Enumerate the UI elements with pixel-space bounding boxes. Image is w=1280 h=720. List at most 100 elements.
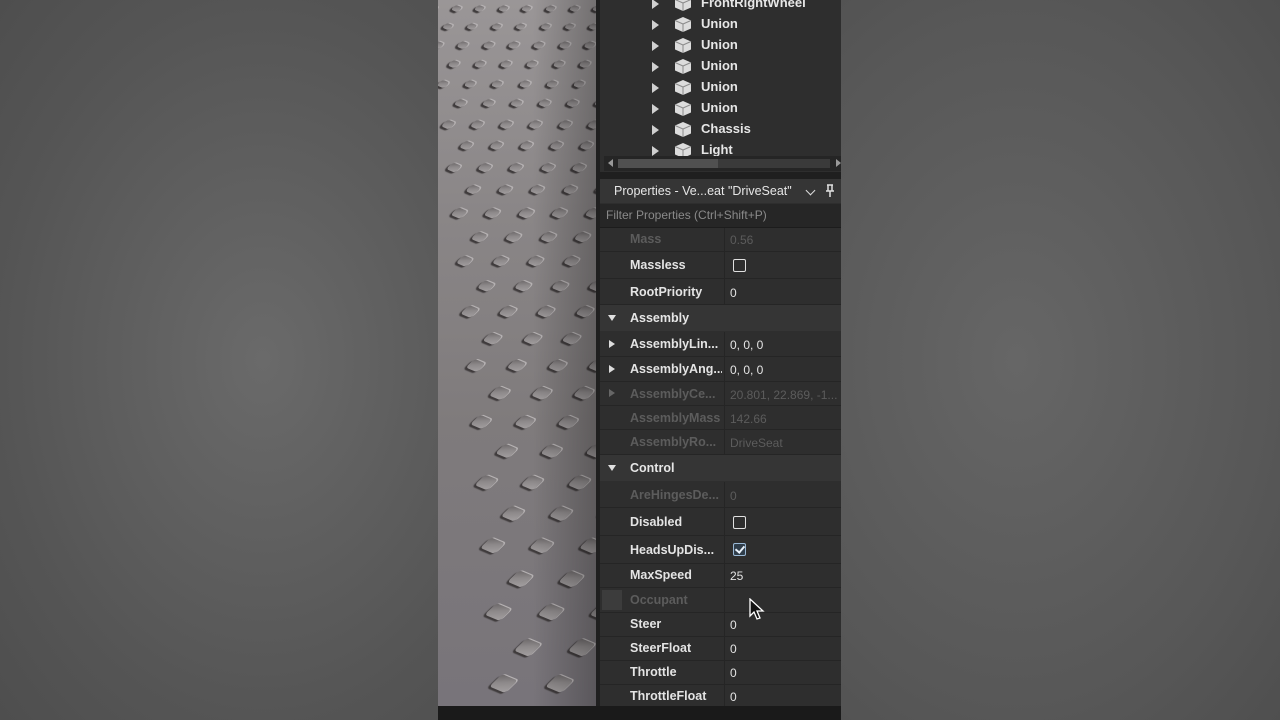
expand-arrow-icon[interactable] xyxy=(609,340,615,348)
property-value[interactable]: 0 xyxy=(730,666,737,680)
filter-properties-box[interactable] xyxy=(600,204,841,228)
property-value[interactable]: 0 xyxy=(730,690,737,704)
property-row-steerfloat[interactable]: SteerFloat 0 xyxy=(600,637,841,661)
property-name: MaxSpeed xyxy=(630,568,692,582)
property-value: 142.66 xyxy=(730,412,767,426)
expand-arrow-icon[interactable] xyxy=(652,83,659,93)
tree-item[interactable]: Union xyxy=(600,77,841,98)
headsupdisplay-checkbox[interactable] xyxy=(733,543,746,556)
tree-item-label: Union xyxy=(701,37,738,52)
property-name: AssemblyRo... xyxy=(630,435,717,449)
property-value[interactable]: 0, 0, 0 xyxy=(730,363,763,377)
tree-item[interactable]: Union xyxy=(600,14,841,35)
property-value[interactable]: 25 xyxy=(730,569,743,583)
expand-arrow-icon[interactable] xyxy=(609,389,615,397)
property-row-assemblyrootpart[interactable]: AssemblyRo... DriveSeat xyxy=(600,430,841,455)
properties-panel: Properties - Ve...eat "DriveSeat" Mass 0… xyxy=(600,179,841,706)
mouse-cursor-icon xyxy=(749,598,765,620)
tree-item[interactable]: Union xyxy=(600,98,841,119)
blurred-background-right xyxy=(841,0,1280,720)
scroll-left-icon[interactable] xyxy=(608,159,613,167)
explorer-panel: FrontRightWheel Union Union Union Union … xyxy=(600,0,841,172)
union-icon xyxy=(674,59,692,74)
property-name: Mass xyxy=(630,232,662,246)
pin-icon[interactable] xyxy=(825,184,835,198)
section-assembly[interactable]: Assembly xyxy=(600,305,841,331)
property-row-throttle[interactable]: Throttle 0 xyxy=(600,661,841,685)
disabled-checkbox[interactable] xyxy=(733,516,746,529)
property-row-headsupdisplay[interactable]: HeadsUpDis... xyxy=(600,536,841,564)
part-icon xyxy=(674,122,692,137)
property-name: AssemblyMass xyxy=(630,411,721,425)
tree-item[interactable]: Chassis xyxy=(600,119,841,140)
scroll-right-icon[interactable] xyxy=(836,159,841,167)
properties-header[interactable]: Properties - Ve...eat "DriveSeat" xyxy=(600,179,841,203)
part-icon xyxy=(674,0,692,11)
expand-arrow-icon[interactable] xyxy=(652,125,659,135)
property-row-maxspeed[interactable]: MaxSpeed 25 xyxy=(600,564,841,588)
property-name: Steer xyxy=(630,617,662,631)
collapse-arrow-icon[interactable] xyxy=(608,465,616,471)
property-row-disabled[interactable]: Disabled xyxy=(600,508,841,536)
property-row-rootpriority[interactable]: RootPriority 0 xyxy=(600,279,841,305)
property-row-assemblycenterofmass[interactable]: AssemblyCe... 20.801, 22.869, -1... xyxy=(600,382,841,406)
property-row-occupant[interactable]: Occupant xyxy=(600,588,841,613)
property-row-assemblylinearvelocity[interactable]: AssemblyLin... 0, 0, 0 xyxy=(600,332,841,357)
expand-arrow-icon[interactable] xyxy=(652,20,659,30)
property-row-massless[interactable]: Massless xyxy=(600,252,841,279)
tree-item[interactable]: Union xyxy=(600,35,841,56)
expand-arrow-icon[interactable] xyxy=(652,0,659,9)
property-name: ThrottleFloat xyxy=(630,689,707,703)
property-row-arehingesdetected[interactable]: AreHingesDe... 0 xyxy=(600,482,841,508)
tree-item-label: Chassis xyxy=(701,121,751,136)
property-row-throttlefloat[interactable]: ThrottleFloat 0 xyxy=(600,685,841,706)
properties-title: Properties - Ve...eat "DriveSeat" xyxy=(614,184,792,198)
property-row-assemblyangularvelocity[interactable]: AssemblyAng... 0, 0, 0 xyxy=(600,357,841,382)
union-icon xyxy=(674,17,692,32)
expand-arrow-icon[interactable] xyxy=(652,104,659,114)
tree-item[interactable]: Union xyxy=(600,56,841,77)
expand-arrow-icon[interactable] xyxy=(652,41,659,51)
property-value: 0 xyxy=(730,489,737,503)
union-icon xyxy=(674,101,692,116)
scrollbar-thumb[interactable] xyxy=(618,159,718,168)
collapse-arrow-icon[interactable] xyxy=(608,315,616,321)
tree-item-label: Union xyxy=(701,58,738,73)
property-row-mass[interactable]: Mass 0.56 xyxy=(600,228,841,252)
tree-item[interactable]: FrontRightWheel xyxy=(600,0,841,14)
bottom-bar xyxy=(438,706,841,720)
union-icon xyxy=(674,80,692,95)
expand-arrow-icon[interactable] xyxy=(652,62,659,72)
filter-properties-input[interactable] xyxy=(606,207,834,223)
property-row-assemblymass[interactable]: AssemblyMass 142.66 xyxy=(600,406,841,430)
property-name: HeadsUpDis... xyxy=(630,543,715,557)
property-name: AssemblyLin... xyxy=(630,337,719,351)
property-value: 20.801, 22.869, -1... xyxy=(730,388,838,402)
tree-item-label: FrontRightWheel xyxy=(701,0,806,10)
massless-checkbox[interactable] xyxy=(733,259,746,272)
union-icon xyxy=(674,38,692,53)
horizontal-scrollbar[interactable] xyxy=(604,156,841,171)
property-name: AssemblyCe... xyxy=(630,387,716,401)
occupant-indicator xyxy=(602,590,622,610)
tree-item-label: Union xyxy=(701,16,738,31)
section-control[interactable]: Control xyxy=(600,455,841,481)
3d-viewport[interactable] xyxy=(438,0,596,706)
expand-arrow-icon[interactable] xyxy=(652,146,659,156)
blurred-background-left xyxy=(0,0,438,720)
property-value: 0.56 xyxy=(730,233,754,247)
expand-arrow-icon[interactable] xyxy=(609,365,615,373)
property-value: DriveSeat xyxy=(730,436,783,450)
section-label: Assembly xyxy=(630,311,690,325)
property-name: Massless xyxy=(630,258,686,272)
tree-item-label: Light xyxy=(701,142,733,157)
property-name: Disabled xyxy=(630,515,683,529)
chevron-down-icon[interactable] xyxy=(805,185,816,196)
property-value[interactable]: 0 xyxy=(730,642,737,656)
property-value[interactable]: 0, 0, 0 xyxy=(730,338,763,352)
checkmark-icon xyxy=(734,543,746,554)
property-value[interactable]: 0 xyxy=(730,286,737,300)
property-value[interactable]: 0 xyxy=(730,618,737,632)
property-row-steer[interactable]: Steer 0 xyxy=(600,613,841,637)
property-name: RootPriority xyxy=(630,285,703,299)
